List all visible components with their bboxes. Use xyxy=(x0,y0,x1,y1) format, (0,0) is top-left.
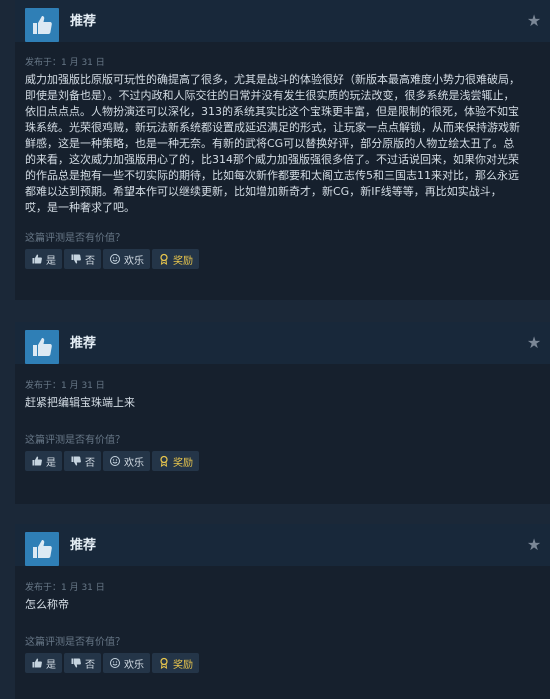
review-header: 推荐 ★ xyxy=(15,524,550,566)
award-icon xyxy=(160,455,168,467)
vote-funny-label: 欢乐 xyxy=(124,457,144,469)
vote-no-label: 否 xyxy=(85,255,95,267)
vote-funny-label: 欢乐 xyxy=(124,659,144,671)
thumbs-up-icon xyxy=(25,532,59,566)
star-icon[interactable]: ★ xyxy=(526,537,542,553)
recommendation-title: 推荐 xyxy=(70,14,97,29)
vote-no-label: 否 xyxy=(85,457,95,469)
review-text: 赶紧把编辑宝珠端上来 xyxy=(25,396,135,409)
review-card: 推荐 ★ 发布于：1 月 31 日 怎么称帝 这篇评测是否有价值？ 是 否 欢乐… xyxy=(15,524,550,699)
smiley-icon xyxy=(110,658,120,668)
helpful-question: 这篇评测是否有价值？ xyxy=(25,233,125,244)
vote-funny-button[interactable]: 欢乐 xyxy=(103,249,150,269)
recommendation-title: 推荐 xyxy=(70,336,97,351)
vote-buttons: 是 否 欢乐 奖励 xyxy=(25,249,199,269)
vote-no-label: 否 xyxy=(85,659,95,671)
vote-buttons: 是 否 欢乐 奖励 xyxy=(25,451,199,471)
vote-funny-label: 欢乐 xyxy=(124,255,144,267)
vote-funny-button[interactable]: 欢乐 xyxy=(103,451,150,471)
award-label: 奖励 xyxy=(173,255,193,267)
review-card: 推荐 ★ 发布于：1 月 31 日 威力加强版比原版可玩性的确提高了很多，尤其是… xyxy=(15,0,550,300)
vote-yes-label: 是 xyxy=(46,457,56,469)
thumbs-down-icon xyxy=(71,254,81,264)
thumbs-up-icon xyxy=(32,658,42,668)
vote-yes-button[interactable]: 是 xyxy=(25,653,62,673)
award-label: 奖励 xyxy=(173,457,193,469)
vote-yes-button[interactable]: 是 xyxy=(25,249,62,269)
award-icon xyxy=(160,253,168,265)
award-icon xyxy=(160,657,168,669)
review-card: 推荐 ★ 发布于：1 月 31 日 赶紧把编辑宝珠端上来 这篇评测是否有价值？ … xyxy=(15,322,550,504)
vote-buttons: 是 否 欢乐 奖励 xyxy=(25,653,199,673)
helpful-question: 这篇评测是否有价值？ xyxy=(25,637,125,648)
smiley-icon xyxy=(110,254,120,264)
posted-date: 发布于：1 月 31 日 xyxy=(25,381,105,391)
review-header: 推荐 ★ xyxy=(15,322,550,364)
vote-funny-button[interactable]: 欢乐 xyxy=(103,653,150,673)
award-label: 奖励 xyxy=(173,659,193,671)
star-icon[interactable]: ★ xyxy=(526,13,542,29)
star-icon[interactable]: ★ xyxy=(526,335,542,351)
thumbs-up-icon xyxy=(32,456,42,466)
award-button[interactable]: 奖励 xyxy=(152,451,199,471)
vote-yes-label: 是 xyxy=(46,255,56,267)
award-button[interactable]: 奖励 xyxy=(152,249,199,269)
posted-date: 发布于：1 月 31 日 xyxy=(25,583,105,593)
thumbs-up-icon xyxy=(32,254,42,264)
award-button[interactable]: 奖励 xyxy=(152,653,199,673)
vote-no-button[interactable]: 否 xyxy=(64,451,101,471)
smiley-icon xyxy=(110,456,120,466)
thumbs-up-icon xyxy=(25,330,59,364)
review-text: 怎么称帝 xyxy=(25,598,69,611)
review-text: 威力加强版比原版可玩性的确提高了很多，尤其是战斗的体验很好（新版本最高难度小势力… xyxy=(25,73,520,214)
review-header: 推荐 ★ xyxy=(15,0,550,42)
thumbs-up-icon xyxy=(25,8,59,42)
vote-yes-label: 是 xyxy=(46,659,56,671)
vote-no-button[interactable]: 否 xyxy=(64,653,101,673)
recommendation-title: 推荐 xyxy=(70,538,97,553)
helpful-question: 这篇评测是否有价值？ xyxy=(25,435,125,446)
thumbs-down-icon xyxy=(71,658,81,668)
posted-date: 发布于：1 月 31 日 xyxy=(25,58,105,68)
vote-yes-button[interactable]: 是 xyxy=(25,451,62,471)
vote-no-button[interactable]: 否 xyxy=(64,249,101,269)
thumbs-down-icon xyxy=(71,456,81,466)
